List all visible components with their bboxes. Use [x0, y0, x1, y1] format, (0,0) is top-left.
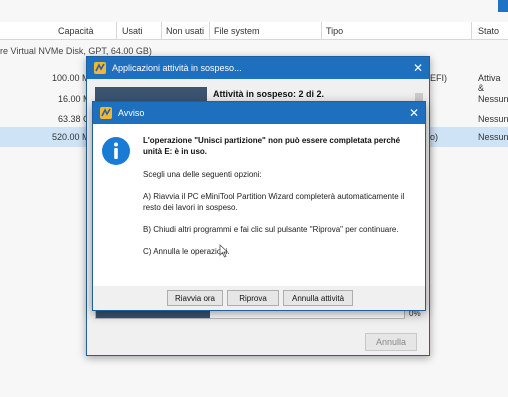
column-capacity[interactable]: Capacità — [58, 26, 94, 36]
disk-label: re Virtual NVMe Disk, GPT, 64.00 GB) — [0, 46, 152, 56]
column-separator — [321, 22, 322, 40]
column-file-system[interactable]: File system — [214, 26, 260, 36]
close-icon[interactable]: ✕ — [407, 61, 429, 75]
partition-table-header: Capacità Usati Non usati File system Tip… — [0, 22, 508, 40]
partition-status: Nessuna — [478, 132, 508, 142]
warning-titlebar[interactable]: Avviso ✕ — [93, 102, 425, 124]
info-icon — [102, 137, 130, 165]
column-separator — [209, 22, 210, 40]
minitool-app-icon — [94, 62, 106, 74]
column-type[interactable]: Tipo — [326, 26, 343, 36]
partition-type: EFI) — [430, 73, 447, 83]
partition-capacity: 100.00 M — [52, 73, 90, 83]
restart-now-button[interactable]: Riavvia ora — [167, 290, 223, 306]
warning-dialog: Avviso ✕ L'operazione "Unisci partizione… — [92, 101, 426, 311]
close-icon[interactable]: ✕ — [403, 106, 425, 120]
column-separator — [471, 22, 472, 40]
partition-capacity: 520.00 M — [52, 132, 90, 142]
minitool-app-icon — [100, 107, 112, 119]
option-a: A) Riavvia il PC eMiniTool Partition Wiz… — [143, 192, 405, 212]
pending-titlebar[interactable]: Applicazioni attività in sospeso... ✕ — [87, 57, 429, 79]
warning-message: L'operazione "Unisci partizione" non può… — [143, 135, 419, 268]
warning-headline: L'operazione "Unisci partizione" non può… — [143, 136, 401, 156]
pending-status-text: Attività in sospeso: 2 di 2. — [213, 89, 325, 99]
column-status[interactable]: Stato — [478, 26, 499, 36]
cancel-button[interactable]: Annulla — [365, 333, 417, 351]
warning-title: Avviso — [118, 108, 145, 118]
mouse-cursor-icon — [219, 244, 229, 258]
partition-status: Nessuna — [478, 114, 508, 124]
column-unused[interactable]: Non usati — [166, 26, 204, 36]
progress-fill — [96, 310, 210, 318]
retry-button[interactable]: Riprova — [227, 290, 279, 306]
cancel-tasks-button[interactable]: Annulla attività — [283, 290, 353, 306]
window-accent — [498, 0, 508, 12]
pending-title: Applicazioni attività in sospeso... — [112, 63, 242, 73]
option-b: B) Chiudi altri programmi e fai clic sul… — [143, 225, 399, 234]
column-separator — [116, 22, 117, 40]
options-prompt: Scegli una delle seguenti opzioni: — [143, 170, 262, 179]
option-c: C) Annulla le operazioni. — [143, 247, 230, 256]
partition-type: o) — [430, 132, 439, 142]
column-separator — [161, 22, 162, 40]
column-used[interactable]: Usati — [122, 26, 143, 36]
partition-status: Nessuna — [478, 94, 508, 104]
dialog-button-bar: Riavvia ora Riprova Annulla attività — [93, 286, 425, 310]
